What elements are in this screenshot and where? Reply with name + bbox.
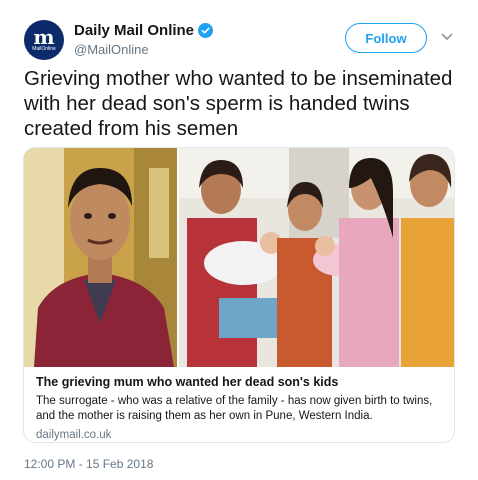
chevron-down-icon[interactable] (441, 33, 453, 41)
tweet-text: Grieving mother who wanted to be insemin… (24, 67, 453, 140)
card-domain: dailymail.co.uk (36, 429, 112, 441)
avatar-logo-subtext: MailOnline (32, 46, 56, 52)
avatar[interactable]: m MailOnline (24, 20, 64, 60)
card-photo-family (179, 148, 454, 367)
tweet-timestamp[interactable]: 12:00 PM - 15 Feb 2018 (24, 457, 153, 471)
card-photo-portrait (24, 148, 177, 367)
card-body[interactable]: The grieving mum who wanted her dead son… (36, 374, 446, 441)
account-handle[interactable]: @MailOnline (74, 42, 213, 57)
account-info: Daily Mail Online @MailOnline (74, 22, 214, 57)
card-image[interactable] (24, 148, 454, 367)
tweet: m MailOnline Daily Mail Online @MailOnli… (0, 0, 478, 480)
avatar-logo-glyph: m (33, 25, 55, 49)
card-title: The grieving mum who wanted her dead son… (36, 375, 339, 389)
card-description: The surrogate - who was a relative of th… (36, 395, 433, 422)
follow-button[interactable]: Follow (345, 23, 427, 53)
display-name[interactable]: Daily Mail Online (74, 22, 194, 39)
verified-badge-icon (198, 23, 214, 38)
link-card[interactable]: The grieving mum who wanted her dead son… (23, 147, 455, 443)
